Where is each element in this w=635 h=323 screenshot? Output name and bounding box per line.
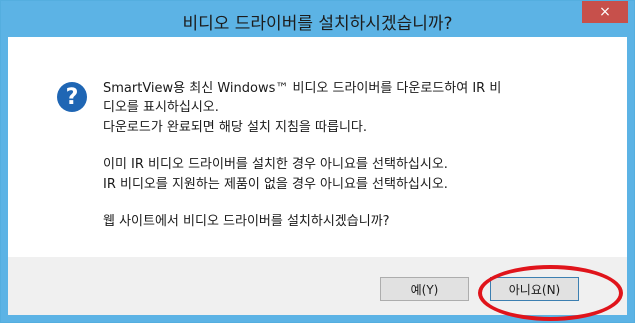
- close-icon: ×: [599, 4, 611, 20]
- close-button[interactable]: ×: [582, 1, 628, 23]
- yes-button[interactable]: 예(Y): [380, 277, 469, 301]
- message-line-2: 디오를 표시하십시오.: [103, 100, 219, 115]
- message-line-4: 이미 IR 비디오 드라이버를 설치한 경우 아니요를 선택하십시오.: [103, 157, 448, 172]
- dialog-title: 비디오 드라이버를 설치하시겠습니까?: [182, 14, 453, 34]
- message-line-1: SmartView용 최신 Windows™ 비디오 드라이버를 다운로드하여 …: [103, 81, 502, 96]
- question-icon: ?: [57, 82, 87, 112]
- dialog-content: ? SmartView용 최신 Windows™ 비디오 드라이버를 다운로드하…: [8, 37, 627, 257]
- message-line-3: 다운로드가 완료되면 해당 설치 지침을 따릅니다.: [103, 120, 367, 135]
- message-line-5: IR 비디오를 지원하는 제품이 없을 경우 아니요를 선택하십시오.: [103, 177, 448, 192]
- highlight-circle: [478, 265, 623, 321]
- title-bar[interactable]: 비디오 드라이버를 설치하시겠습니까? ×: [1, 1, 634, 37]
- message-line-6: 웹 사이트에서 비디오 드라이버를 설치하시겠습니까?: [103, 214, 390, 229]
